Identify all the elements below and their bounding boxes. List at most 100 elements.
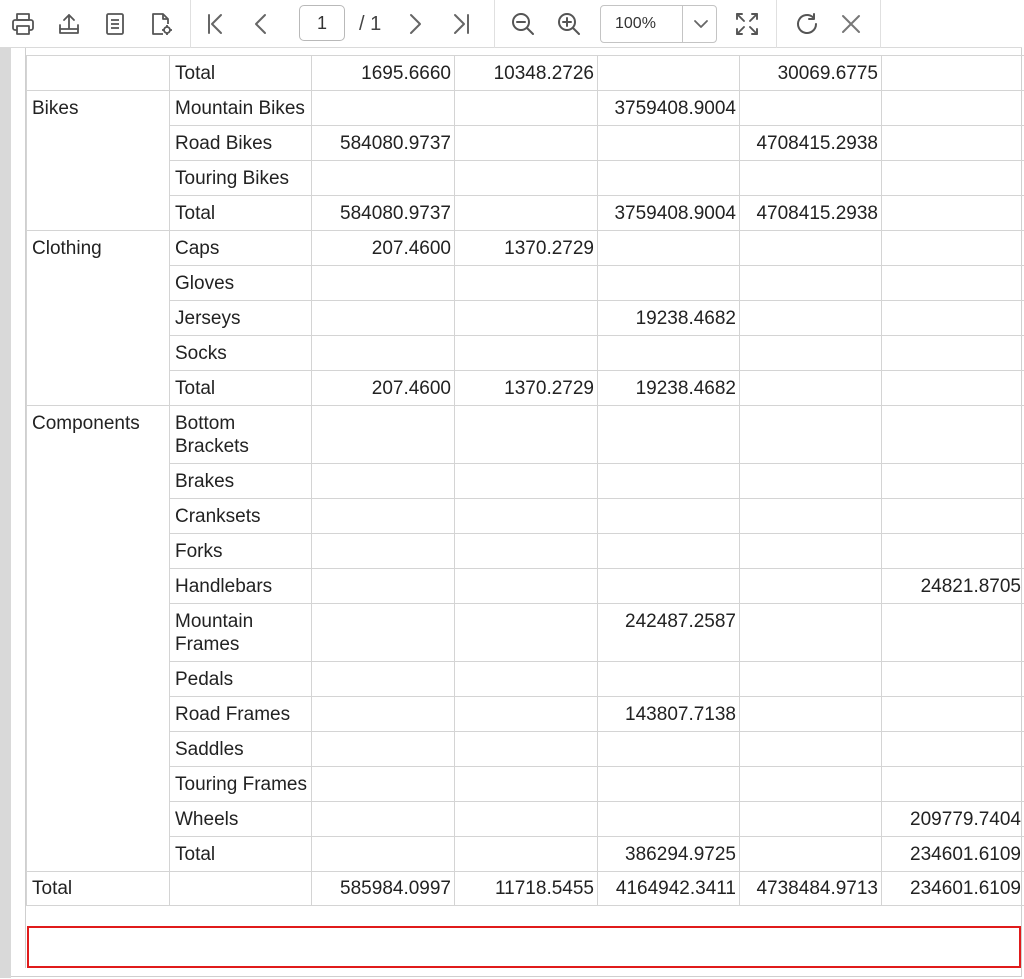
value-cell — [311, 463, 455, 499]
value-cell — [597, 55, 740, 91]
report-body: Total 1695.6660 10348.2726 30069.6775 Bikes M… — [26, 55, 1024, 906]
export-icon — [59, 14, 79, 34]
report-viewer-toolbar: / 1 100% — [0, 0, 1022, 48]
value-cell — [311, 335, 455, 371]
zoom-value: 100% — [615, 15, 656, 32]
subcategory-cell: Gloves — [169, 265, 312, 301]
value-cell — [597, 125, 740, 161]
zoom-out-button[interactable] — [506, 6, 540, 42]
value-cell — [881, 533, 1024, 569]
fit-page-button[interactable] — [730, 6, 764, 42]
value-cell — [597, 335, 740, 371]
zoom-select[interactable]: 100% — [600, 5, 717, 43]
subcategory-cell: Brakes — [169, 463, 312, 499]
value-cell — [881, 661, 1024, 697]
value-cell — [311, 405, 455, 464]
print-layout-button[interactable] — [144, 6, 178, 42]
table-row: Total 207.4600 1370.2729 19238.4682 — [27, 370, 1024, 406]
value-cell: 209779.7404 — [881, 801, 1024, 837]
category-cell: Bikes — [26, 90, 170, 231]
table-row: Wheels 209779.7404 — [27, 801, 1024, 837]
value-cell — [881, 498, 1024, 534]
fit-page-icon — [736, 13, 758, 35]
value-cell — [311, 801, 455, 837]
value-cell: 3759408.9004 — [597, 195, 740, 231]
table-row: Touring Bikes — [27, 160, 1024, 196]
value-cell — [597, 568, 740, 604]
table-row: Gloves — [27, 265, 1024, 301]
value-cell — [739, 836, 882, 872]
value-cell — [311, 300, 455, 336]
value-cell — [597, 405, 740, 464]
grand-total-value: 11718.5455 — [454, 871, 598, 906]
table-row: Total 386294.9725 234601.6109 — [27, 836, 1024, 872]
category-cell: Clothing — [26, 230, 170, 406]
value-cell — [454, 661, 598, 697]
value-cell: 19238.4682 — [597, 300, 740, 336]
value-cell — [454, 300, 598, 336]
value-cell: 207.4600 — [311, 230, 455, 266]
table-row: Mountain Frames 242487.2587 — [27, 603, 1024, 662]
value-cell — [454, 160, 598, 196]
value-cell — [739, 533, 882, 569]
value-cell — [597, 498, 740, 534]
print-layout-icon — [152, 13, 172, 35]
table-row: Forks — [27, 533, 1024, 569]
zoom-out-icon — [512, 13, 534, 35]
zoom-in-button[interactable] — [552, 6, 586, 42]
last-page-button[interactable] — [444, 6, 478, 42]
value-cell — [881, 300, 1024, 336]
page-number-input[interactable] — [299, 5, 345, 41]
value-cell — [454, 265, 598, 301]
value-cell — [311, 731, 455, 767]
value-cell — [881, 125, 1024, 161]
first-page-icon — [208, 14, 222, 34]
chevron-down-icon[interactable] — [691, 14, 711, 34]
page-setup-button[interactable] — [98, 6, 132, 42]
value-cell — [454, 405, 598, 464]
subcategory-cell: Socks — [169, 335, 312, 371]
refresh-button[interactable] — [790, 6, 824, 42]
subcategory-cell: Caps — [169, 230, 312, 266]
value-cell — [454, 498, 598, 534]
value-cell — [311, 696, 455, 732]
value-cell — [597, 731, 740, 767]
previous-page-button[interactable] — [244, 6, 278, 42]
subcategory-cell: Total — [169, 370, 312, 406]
value-cell — [739, 661, 882, 697]
grand-total-value: 234601.6109 — [881, 871, 1024, 906]
toolbar-separator — [190, 0, 191, 48]
value-cell — [597, 661, 740, 697]
value-cell — [739, 90, 882, 126]
value-cell: 10348.2726 — [454, 55, 598, 91]
subcategory-cell: Road Bikes — [169, 125, 312, 161]
value-cell: 584080.9737 — [311, 195, 455, 231]
next-page-button[interactable] — [398, 6, 432, 42]
close-button[interactable] — [834, 6, 868, 42]
value-cell — [881, 160, 1024, 196]
value-cell — [739, 405, 882, 464]
value-cell — [881, 230, 1024, 266]
value-cell: 4708415.2938 — [739, 125, 882, 161]
page-setup-icon — [106, 13, 124, 35]
table-row: Clothing Caps 207.4600 1370.2729 — [26, 230, 1024, 406]
previous-page-icon — [255, 14, 266, 34]
table-row: Cranksets — [27, 498, 1024, 534]
value-cell: 234601.6109 — [881, 836, 1024, 872]
value-cell — [881, 731, 1024, 767]
value-cell — [597, 160, 740, 196]
first-page-button[interactable] — [198, 6, 232, 42]
value-cell — [311, 90, 455, 126]
subcategory-cell: Saddles — [169, 731, 312, 767]
value-cell — [881, 55, 1024, 91]
value-cell — [454, 801, 598, 837]
subcategory-cell: Mountain Frames — [169, 603, 312, 662]
value-cell — [881, 405, 1024, 464]
print-button[interactable] — [6, 6, 40, 42]
value-cell — [881, 696, 1024, 732]
export-button[interactable] — [52, 6, 86, 42]
value-cell: 1370.2729 — [454, 230, 598, 266]
value-cell: 207.4600 — [311, 370, 455, 406]
value-cell — [597, 463, 740, 499]
value-cell — [454, 90, 598, 126]
